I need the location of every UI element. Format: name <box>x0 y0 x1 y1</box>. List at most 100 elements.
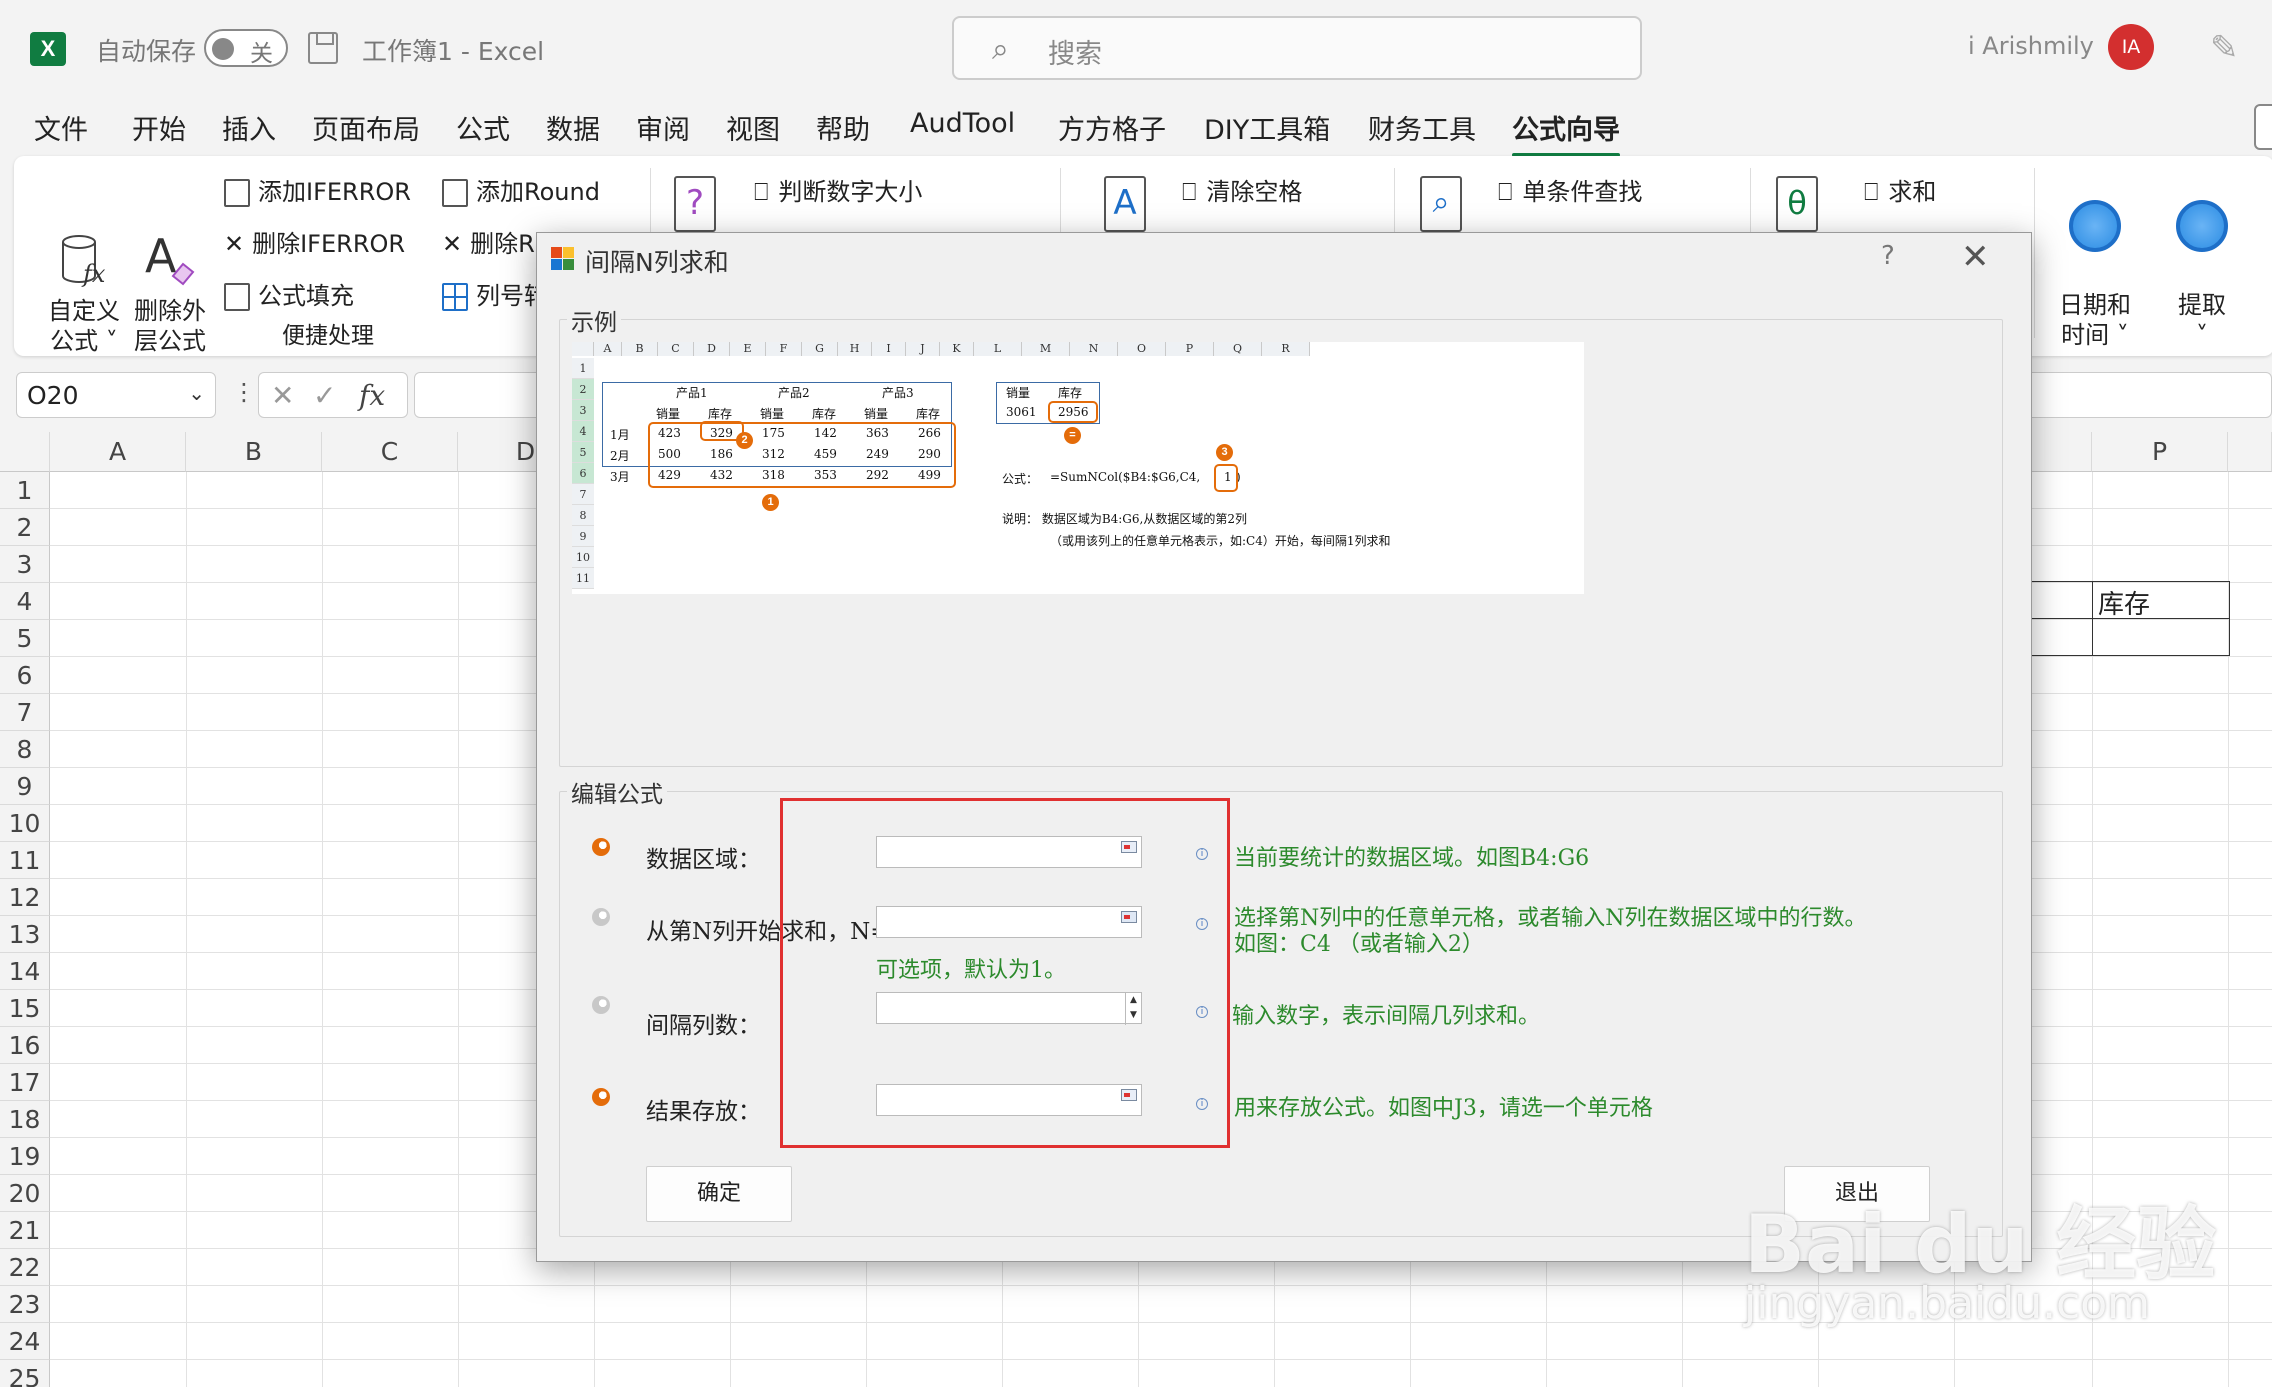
row-header[interactable]: 11 <box>0 842 50 879</box>
letter-a-doc-button[interactable]: A <box>1104 176 1146 232</box>
column-header[interactable]: P <box>2092 432 2228 472</box>
row-header[interactable]: 9 <box>0 768 50 805</box>
example-row-header: 8 <box>572 505 594 526</box>
document-title: 工作簿1 - Excel <box>362 37 545 66</box>
row-header[interactable]: 21 <box>0 1212 50 1249</box>
ribbon-options-button[interactable] <box>2254 104 2272 150</box>
ok-button[interactable]: 确定 <box>646 1166 792 1222</box>
clear-spaces-button[interactable]: ⎕ 清除空格 <box>1182 172 1302 207</box>
tab-file[interactable]: 文件 <box>34 108 88 147</box>
example-column-header: B <box>622 342 658 356</box>
tab-finance[interactable]: 财务工具 <box>1368 108 1476 147</box>
formula-fill-label: 公式填充 <box>258 282 354 310</box>
example-row-header: 2 <box>572 379 594 400</box>
cell-p4[interactable]: 库存 <box>2098 584 2150 621</box>
row-header[interactable]: 10 <box>0 805 50 842</box>
badge-equals: = <box>1064 427 1081 444</box>
close-icon[interactable]: ✕ <box>1961 237 1990 277</box>
column-header[interactable]: A <box>50 432 186 472</box>
row-header[interactable]: 1 <box>0 472 50 509</box>
avatar[interactable]: IA <box>2108 24 2154 70</box>
tab-data[interactable]: 数据 <box>546 108 600 147</box>
theta-doc-button[interactable]: θ <box>1776 176 1818 232</box>
autosave-toggle[interactable]: 关 <box>204 29 288 67</box>
user-name: i Arishmily <box>1968 32 2094 60</box>
judge-number-button[interactable]: ⎕ 判断数字大小 <box>754 172 922 207</box>
sum-button[interactable]: ⎕ 求和 <box>1864 172 1936 207</box>
example-column-header: D <box>694 342 730 356</box>
row-header[interactable]: 2 <box>0 509 50 546</box>
lookup-doc-button[interactable]: ⌕ <box>1420 176 1462 232</box>
name-box-value: O20 <box>27 381 79 410</box>
delete-outer-formula-button[interactable]: A 删除外 层公式 <box>130 172 210 356</box>
database-fx-icon: fx <box>59 202 109 288</box>
col-number-button[interactable]: 列号转 <box>442 276 548 311</box>
step-3-icon <box>592 996 610 1014</box>
tab-view[interactable]: 视图 <box>726 108 780 147</box>
tab-review[interactable]: 审阅 <box>636 108 690 147</box>
select-all-corner[interactable] <box>0 432 50 472</box>
fx-icon[interactable]: fx <box>359 379 385 412</box>
save-icon[interactable] <box>308 32 338 64</box>
search-box[interactable]: ⌕ 搜索 <box>952 16 1642 80</box>
row-header[interactable]: 20 <box>0 1175 50 1212</box>
row-header[interactable]: 12 <box>0 879 50 916</box>
result-cell-desc: 用来存放公式。如图中J3，请选一个单元格 <box>1234 1096 1653 1121</box>
row-header[interactable]: 6 <box>0 657 50 694</box>
extract-button[interactable]: 提取 ˅ <box>2162 170 2242 350</box>
letter-a-icon: A <box>1104 176 1146 232</box>
formula-fill-button[interactable]: 公式填充 <box>224 276 354 311</box>
row-header[interactable]: 24 <box>0 1323 50 1360</box>
row-header[interactable]: 8 <box>0 731 50 768</box>
row-header[interactable]: 3 <box>0 546 50 583</box>
row-header[interactable]: 23 <box>0 1286 50 1323</box>
datetime-button[interactable]: 日期和 时间 ˅ <box>2050 170 2140 350</box>
help-icon[interactable]: ? <box>1881 241 1895 271</box>
single-lookup-button[interactable]: ⎕ 单条件查找 <box>1498 172 1642 207</box>
result-header: 销量 <box>1006 386 1031 400</box>
column-header[interactable]: B <box>186 432 322 472</box>
sub-header: 库存 <box>708 407 733 421</box>
chevron-down-icon[interactable]: ⌄ <box>188 381 205 405</box>
tab-help[interactable]: 帮助 <box>816 108 870 147</box>
row-header[interactable]: 15 <box>0 990 50 1027</box>
result-value: 3061 <box>1006 405 1037 419</box>
tab-diy[interactable]: DIY工具箱 <box>1204 108 1330 147</box>
cancel-icon[interactable]: ✕ <box>271 379 294 412</box>
row-header[interactable]: 18 <box>0 1101 50 1138</box>
tab-formula-wizard[interactable]: 公式向导 <box>1512 108 1620 157</box>
row-header[interactable]: 7 <box>0 694 50 731</box>
delete-round-button[interactable]: ✕ 删除R <box>442 224 535 259</box>
row-header[interactable]: 14 <box>0 953 50 990</box>
formula-label: 公式： <box>1002 472 1039 486</box>
row-header[interactable]: 22 <box>0 1249 50 1286</box>
row-header[interactable]: 5 <box>0 620 50 657</box>
example-column-header: N <box>1070 342 1118 356</box>
tab-fangfang[interactable]: 方方格子 <box>1058 108 1166 147</box>
delete-iferror-button[interactable]: ✕ 删除IFERROR <box>224 224 405 259</box>
step-4-icon <box>592 1088 610 1106</box>
row-header[interactable]: 13 <box>0 916 50 953</box>
row-header[interactable]: 16 <box>0 1027 50 1064</box>
pen-icon[interactable]: ✎ <box>2210 28 2239 68</box>
example-column-header: L <box>974 342 1022 356</box>
extract-circle-icon <box>2176 200 2228 252</box>
row-header[interactable]: 19 <box>0 1138 50 1175</box>
tab-page-layout[interactable]: 页面布局 <box>312 108 420 147</box>
tab-insert[interactable]: 插入 <box>222 108 276 147</box>
row-header[interactable]: 25 <box>0 1360 50 1387</box>
column-header[interactable]: C <box>322 432 458 472</box>
tab-home[interactable]: 开始 <box>132 108 186 147</box>
custom-formula-button[interactable]: fx 自定义 公式 ˅ <box>44 172 124 356</box>
confirm-icon[interactable]: ✓ <box>313 379 336 412</box>
add-round-button[interactable]: 添加Round <box>442 172 600 207</box>
more-dots-icon[interactable]: ⋮ <box>232 378 256 406</box>
row-header[interactable]: 4 <box>0 583 50 620</box>
row-header[interactable]: 17 <box>0 1064 50 1101</box>
question-doc-button[interactable]: ? <box>674 176 716 232</box>
search-placeholder: 搜索 <box>1048 39 1102 70</box>
add-iferror-button[interactable]: 添加IFERROR <box>224 172 411 207</box>
tab-formulas[interactable]: 公式 <box>456 108 510 147</box>
name-box[interactable]: O20 ⌄ <box>16 372 216 418</box>
tab-audtool[interactable]: AudTool <box>910 108 1015 139</box>
